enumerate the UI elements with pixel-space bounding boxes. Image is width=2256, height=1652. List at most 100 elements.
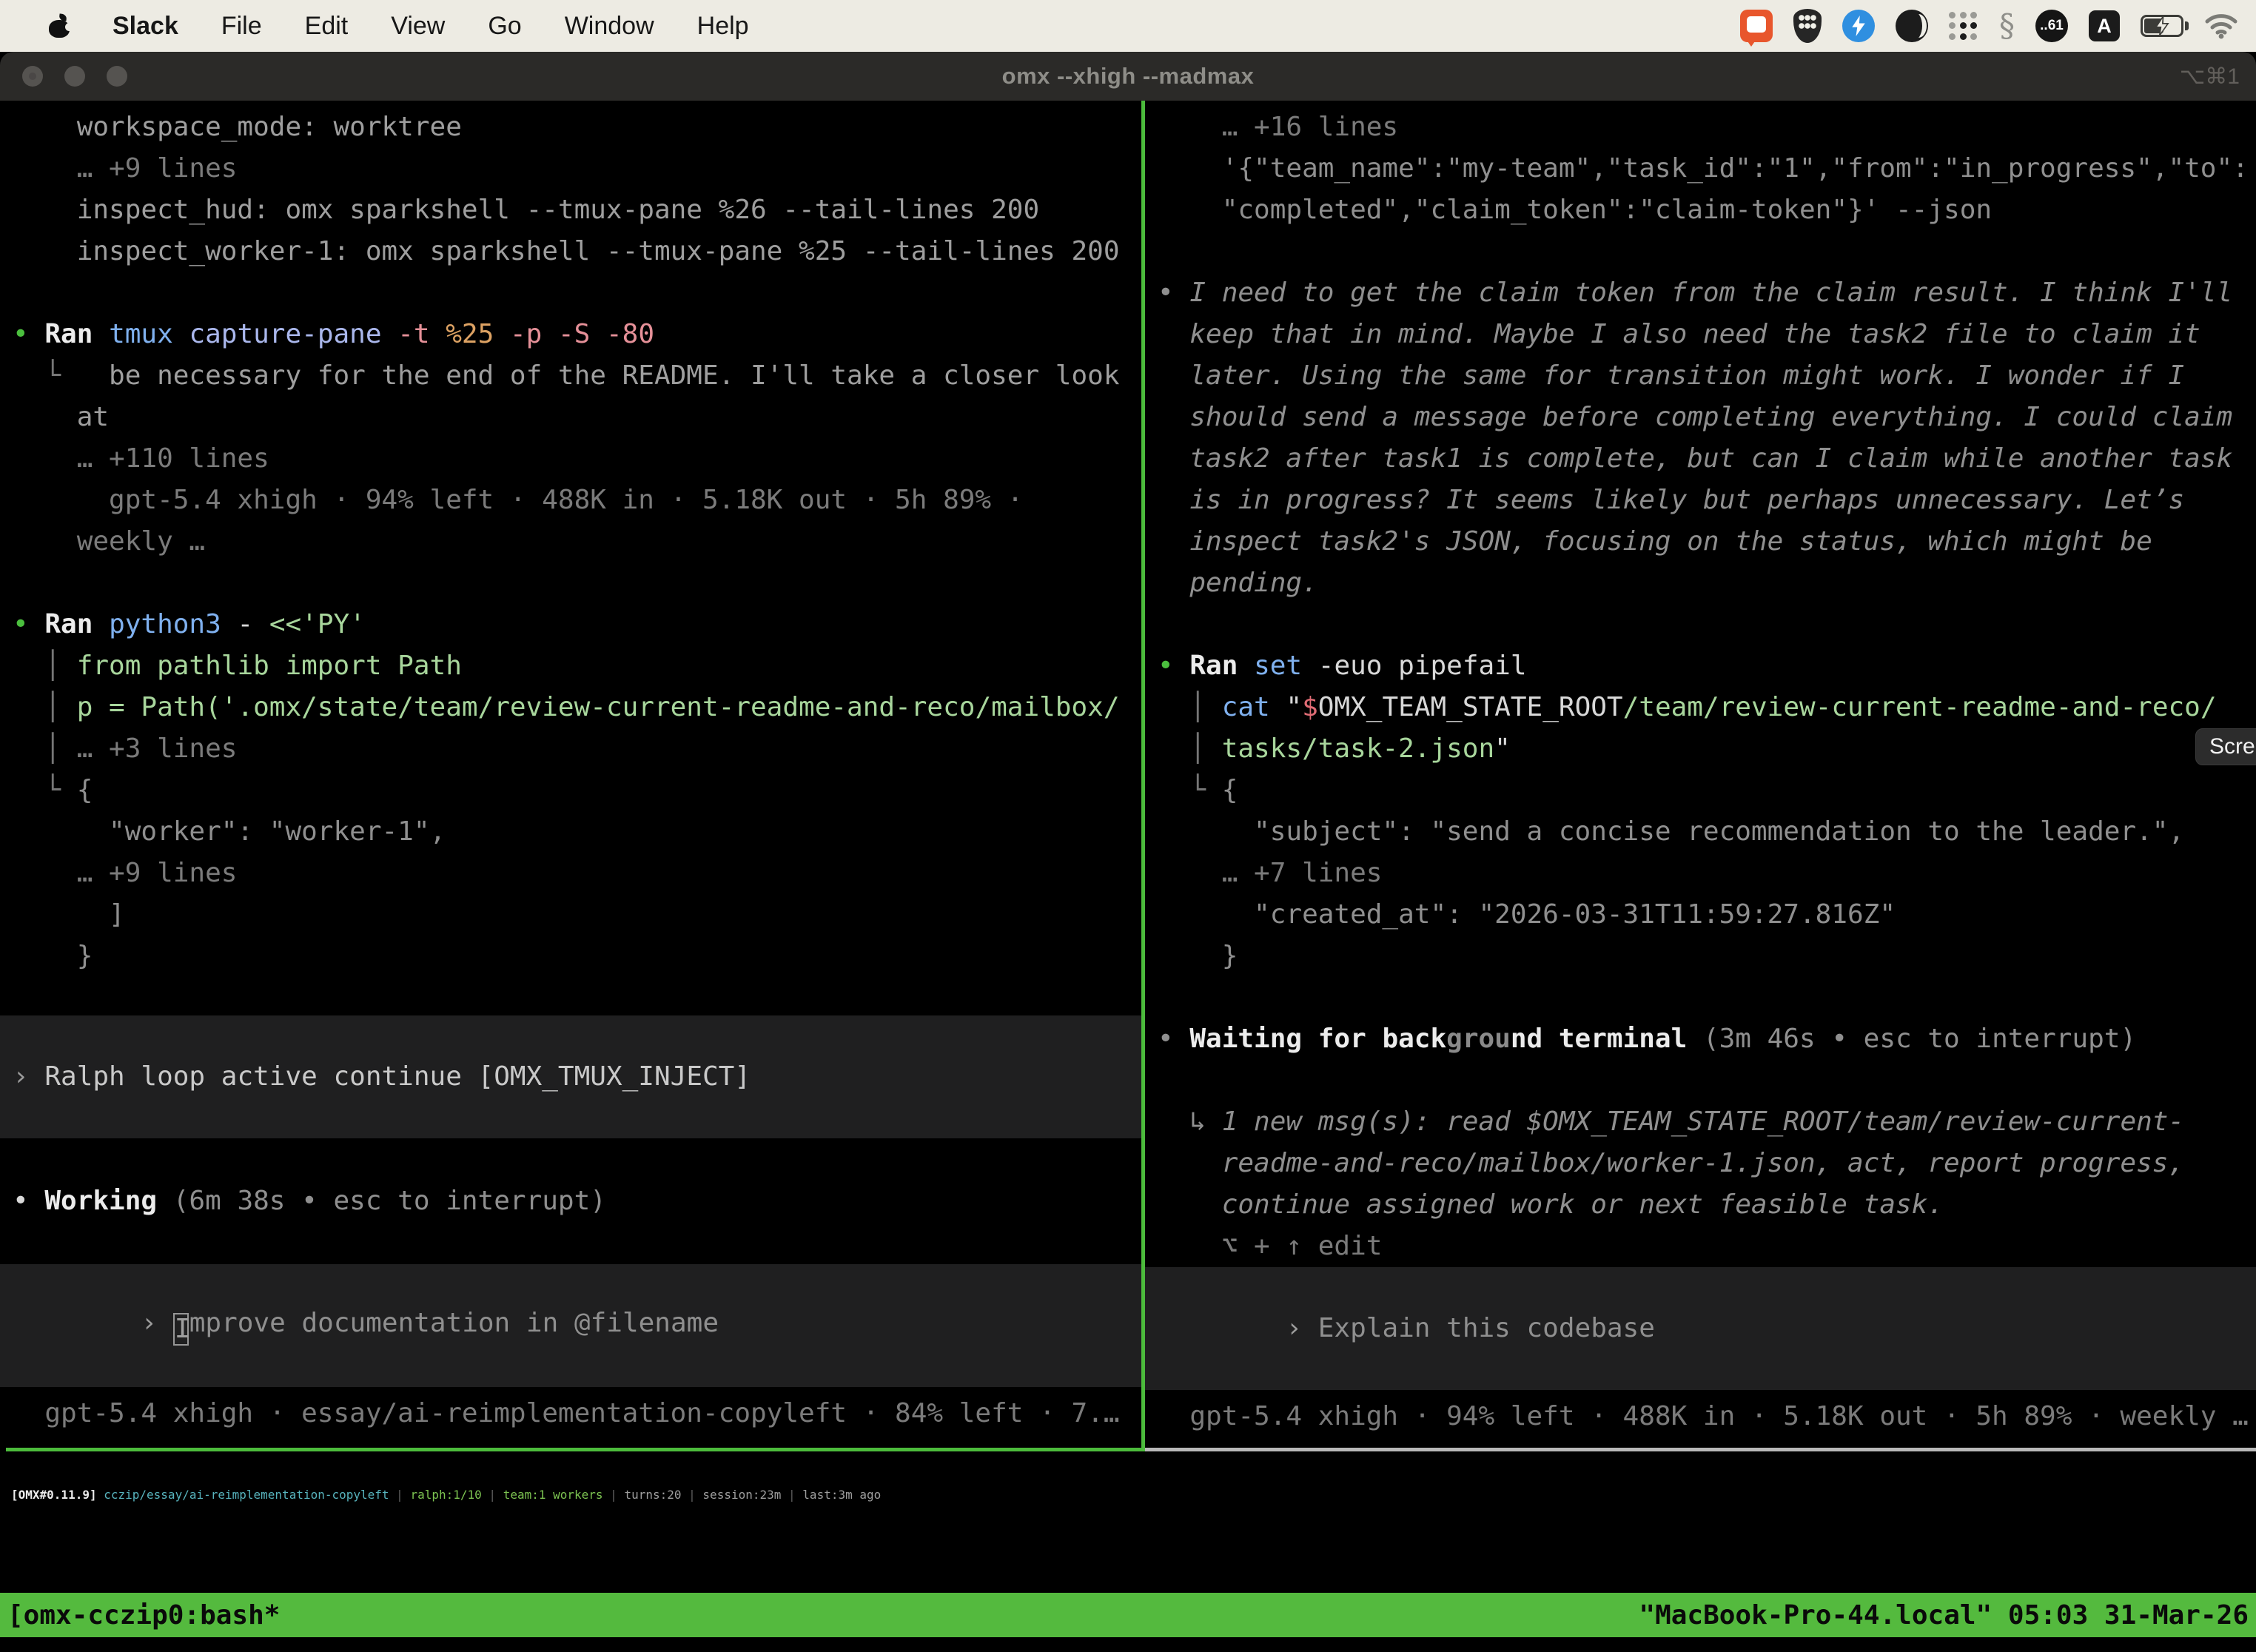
text-segment: ] <box>13 899 125 930</box>
terminal-line: │ cat "$OMX_TEAM_STATE_ROOT/team/review-… <box>1145 687 2256 728</box>
text-segment: Ralph loop active continue [OMX_TMUX_INJ… <box>44 1061 751 1092</box>
text-segment: weekly … <box>13 526 205 557</box>
terminal-line: gpt-5.4 xhigh · 94% left · 488K in · 5.1… <box>0 480 1141 521</box>
text-segment: later. Using the same for transition mig… <box>1158 360 2184 391</box>
terminal-line: … +9 lines <box>0 148 1141 189</box>
macos-menu-bar: Slack File Edit View Go Window Help § ..61 A <box>0 0 2256 52</box>
circle-61-badge-icon[interactable]: ..61 <box>2035 10 2068 42</box>
text-segment: | <box>482 1488 503 1502</box>
menu-view[interactable]: View <box>391 12 445 41</box>
terminal-line: gpt-5.4 xhigh · essay/ai-reimplementatio… <box>0 1393 1141 1434</box>
input-placeholder: mprove documentation in @filename <box>189 1308 719 1338</box>
window-title: omx --xhigh --madmax <box>0 63 2256 90</box>
terminal-line: ↳ 1 new msg(s): read $OMX_TEAM_STATE_ROO… <box>1145 1101 2256 1143</box>
terminal-content: workspace_mode: worktree … +9 lines insp… <box>0 101 2256 1652</box>
terminal-line <box>1145 231 2256 272</box>
text-segment: | <box>781 1488 802 1502</box>
menu-file[interactable]: File <box>221 12 262 41</box>
text-segment: … +9 lines <box>13 153 237 184</box>
dots-grid-icon[interactable] <box>1949 11 1978 41</box>
zoom-button[interactable] <box>107 66 127 87</box>
text-segment: › <box>13 1061 44 1092</box>
terminal-line: • Ran set -euo pipefail <box>1145 645 2256 687</box>
menu-go[interactable]: Go <box>488 12 521 41</box>
text-segment: " <box>1286 692 1302 722</box>
text-segment: turns:20 <box>624 1488 681 1502</box>
battery-charging-icon[interactable] <box>2141 15 2183 37</box>
menu-window[interactable]: Window <box>565 12 654 41</box>
text-segment: gpt-5.4 xhigh · 94% left · 488K in · 5.1… <box>13 485 1023 515</box>
text-segment: • <box>1158 1024 1189 1054</box>
tmux-host-clock: "MacBook-Pro-44.local" 05:03 31-Mar-26 <box>1639 1600 2249 1631</box>
text-segment: [OMX#0.11.9] <box>11 1488 97 1502</box>
text-segment: │ <box>1158 692 1222 722</box>
text-segment: keep that in mind. Maybe I also need the… <box>1158 319 2200 349</box>
terminal-line <box>0 563 1141 604</box>
text-segment: capture-pane <box>189 319 397 349</box>
text-segment: └ <box>13 775 77 805</box>
window-title-bar[interactable]: omx --xhigh --madmax ⌥⌘1 <box>0 52 2256 101</box>
contrast-circle-icon[interactable] <box>1896 10 1928 42</box>
terminal-line: task2 after task1 is complete, but can I… <box>1145 438 2256 480</box>
text-segment: … +16 lines <box>1158 112 1398 142</box>
chat-app-icon[interactable] <box>1740 10 1773 42</box>
text-segment: be necessary for the end of the README. … <box>109 360 1119 391</box>
text-segment: $ <box>1302 692 1318 722</box>
tmux-pane-right[interactable]: … +16 lines '{"team_name":"my-team","tas… <box>1145 101 2256 1449</box>
wifi-icon[interactable] <box>2204 13 2238 39</box>
menu-edit[interactable]: Edit <box>305 12 349 41</box>
text-segment: | <box>389 1488 411 1502</box>
text-segment: … +9 lines <box>13 858 237 888</box>
tmux-pane-left[interactable]: workspace_mode: worktree … +9 lines insp… <box>0 101 1141 1449</box>
text-segment: p = Path('.omx/state/team/review-current… <box>77 692 1120 722</box>
terminal-line: • Waiting for background terminal (3m 46… <box>1145 1018 2256 1060</box>
terminal-line: "subject": "send a concise recommendatio… <box>1145 811 2256 853</box>
minimize-button[interactable] <box>64 66 85 87</box>
text-segment: tasks/task-2.json <box>1222 733 1494 764</box>
terminal-line: ] <box>0 894 1141 936</box>
text-segment <box>97 1488 104 1502</box>
text-cursor: I <box>173 1313 189 1346</box>
menu-help[interactable]: Help <box>697 12 749 41</box>
text-segment: from pathlib import Path <box>77 651 462 681</box>
tmux-status-bar: [omx-cczip0:bash* "MacBook-Pro-44.local"… <box>0 1593 2256 1637</box>
input-source-a-icon[interactable]: A <box>2089 10 2120 41</box>
text-segment: - <box>237 609 269 639</box>
text-segment: (3m 46s • esc to interrupt) <box>1703 1024 2136 1054</box>
text-segment: Waiting for back <box>1189 1024 1446 1054</box>
terminal-line: weekly … <box>0 521 1141 563</box>
terminal-line: … +7 lines <box>1145 853 2256 894</box>
bolt-circle-icon[interactable] <box>1842 10 1875 42</box>
left-pane-status-line: gpt-5.4 xhigh · essay/ai-reimplementatio… <box>0 1393 1141 1434</box>
terminal-line: at <box>0 397 1141 438</box>
ralph-loop-banner: › Ralph loop active continue [OMX_TMUX_I… <box>0 1015 1141 1138</box>
shield-grid-icon[interactable] <box>1793 9 1822 43</box>
terminal-line: └ { <box>0 770 1141 811</box>
terminal-line: inspect_worker-1: omx sparkshell --tmux-… <box>0 231 1141 272</box>
text-segment: Ran <box>44 609 109 639</box>
prompt-chevron: › <box>1286 1313 1317 1343</box>
terminal-line: workspace_mode: worktree <box>0 107 1141 148</box>
terminal-line: inspect task2's JSON, focusing on the st… <box>1145 521 2256 563</box>
window-shortcut-hint: ⌥⌘1 <box>2180 64 2240 90</box>
text-segment: └ <box>13 360 109 391</box>
apple-menu-icon[interactable] <box>49 14 70 38</box>
text-segment: "created_at": "2026-03-31T11:59:27.816Z" <box>1158 899 1896 930</box>
close-button[interactable] <box>22 66 43 87</box>
prompt-chevron: › <box>141 1308 172 1338</box>
terminal-line: } <box>0 936 1141 977</box>
menu-slack[interactable]: Slack <box>113 12 178 41</box>
right-pane-status-line: gpt-5.4 xhigh · 94% left · 488K in · 5.1… <box>1145 1396 2256 1437</box>
terminal-line: } <box>1145 936 2256 977</box>
text-segment: │ <box>13 692 77 722</box>
terminal-line: … +16 lines <box>1145 107 2256 148</box>
text-segment: /team/review-current-readme-and-reco/ <box>1623 692 2217 722</box>
menu-bar-status-icons: § ..61 A <box>1740 9 2256 43</box>
text-segment: -euo pipefail <box>1318 651 1527 681</box>
left-prompt-input[interactable]: › Improve documentation in @filename <box>0 1264 1141 1387</box>
text-segment: Ran <box>44 319 109 349</box>
right-prompt-input[interactable]: › Explain this codebase <box>1145 1267 2256 1390</box>
terminal-line: │ from pathlib import Path <box>0 645 1141 687</box>
squiggle-icon[interactable]: § <box>1999 10 2015 42</box>
text-segment: | <box>603 1488 625 1502</box>
